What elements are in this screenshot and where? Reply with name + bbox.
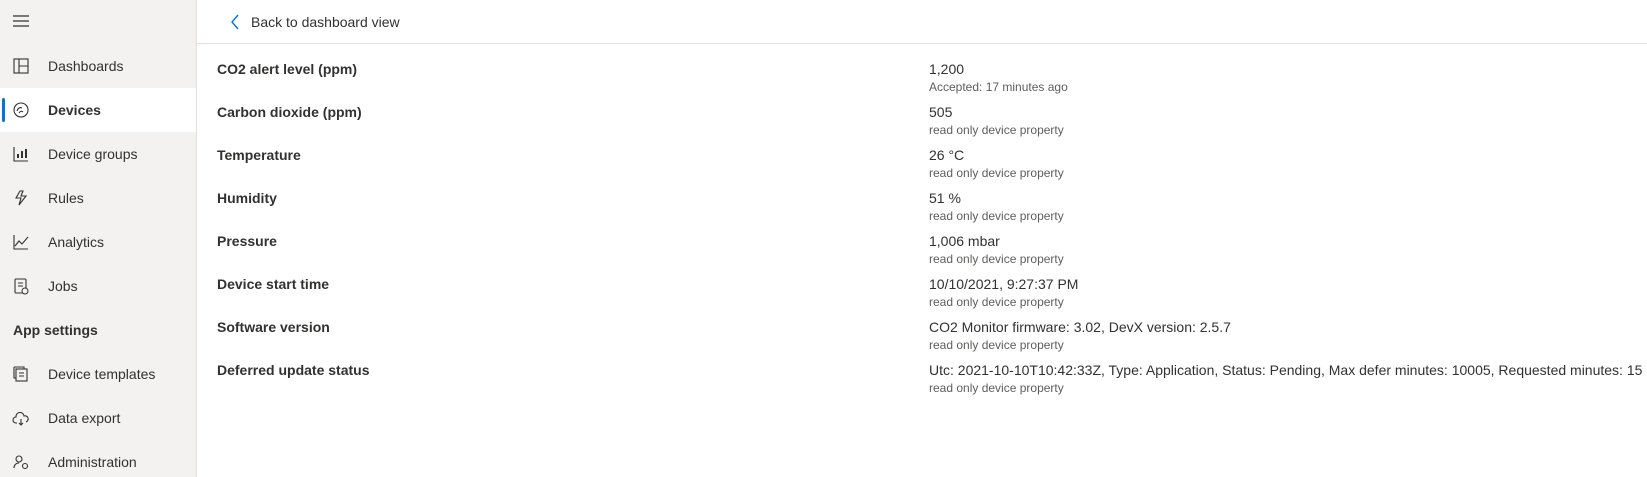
- sidebar-item-rules[interactable]: Rules: [0, 176, 196, 220]
- data-export-icon: [11, 408, 31, 428]
- property-status: read only device property: [929, 381, 1064, 395]
- device-groups-icon: [11, 144, 31, 164]
- dashboard-icon: [11, 56, 31, 76]
- sidebar-item-data-export[interactable]: Data export: [0, 396, 196, 440]
- app-shell: Dashboards Devices Device groups Rules A…: [0, 0, 1647, 477]
- property-row: Carbon dioxide (ppm) 505 read only devic…: [197, 104, 1647, 147]
- analytics-icon: [11, 232, 31, 252]
- property-name: Deferred update status: [217, 362, 370, 378]
- property-row: Software version CO2 Monitor firmware: 3…: [197, 319, 1647, 362]
- property-name: Device start time: [217, 276, 330, 292]
- sidebar-item-label: Rules: [48, 190, 84, 206]
- sidebar-item-jobs[interactable]: Jobs: [0, 264, 196, 308]
- hamburger-menu-icon[interactable]: [12, 13, 30, 29]
- chevron-left-icon: [229, 14, 241, 30]
- main-content: Back to dashboard view CO2 alert level (…: [197, 0, 1647, 477]
- sidebar-item-device-groups[interactable]: Device groups: [0, 132, 196, 176]
- sidebar-item-label: Jobs: [48, 278, 78, 294]
- property-value: 26 °C: [929, 147, 965, 163]
- property-status: read only device property: [929, 295, 1064, 309]
- sidebar-item-label: Device templates: [48, 366, 156, 382]
- property-row: Pressure 1,006 mbar read only device pro…: [197, 233, 1647, 276]
- property-value: 51 %: [929, 190, 961, 206]
- property-value: 505: [929, 104, 953, 120]
- property-row: CO2 alert level (ppm) 1,200 Accepted: 17…: [197, 61, 1647, 104]
- property-row: Device start time 10/10/2021, 9:27:37 PM…: [197, 276, 1647, 319]
- property-value: Utc: 2021-10-10T10:42:33Z, Type: Applica…: [929, 362, 1643, 378]
- property-row: Deferred update status Utc: 2021-10-10T1…: [197, 362, 1647, 405]
- administration-icon: [11, 452, 31, 472]
- jobs-icon: [11, 276, 31, 296]
- property-value: 1,200: [929, 61, 965, 77]
- property-status: Accepted: 17 minutes ago: [929, 80, 1068, 94]
- back-link-label: Back to dashboard view: [251, 13, 400, 30]
- sidebar-item-dashboards[interactable]: Dashboards: [0, 44, 196, 88]
- sidebar-item-analytics[interactable]: Analytics: [0, 220, 196, 264]
- device-templates-icon: [11, 364, 31, 384]
- property-name: Carbon dioxide (ppm): [217, 104, 362, 120]
- property-row: Humidity 51 % read only device property: [197, 190, 1647, 233]
- property-name: Software version: [217, 319, 330, 335]
- top-bar: Back to dashboard view: [197, 0, 1647, 44]
- property-status: read only device property: [929, 252, 1064, 266]
- sidebar-item-label: Devices: [48, 102, 101, 118]
- property-name: Humidity: [217, 190, 277, 206]
- sidebar-item-devices[interactable]: Devices: [0, 88, 196, 132]
- sidebar-item-label: Device groups: [48, 146, 138, 162]
- property-list: CO2 alert level (ppm) 1,200 Accepted: 17…: [197, 44, 1647, 405]
- devices-icon: [11, 100, 31, 120]
- property-row: Temperature 26 °C read only device prope…: [197, 147, 1647, 190]
- sidebar-item-device-templates[interactable]: Device templates: [0, 352, 196, 396]
- property-status: read only device property: [929, 209, 1064, 223]
- property-value: 10/10/2021, 9:27:37 PM: [929, 276, 1079, 292]
- property-status: read only device property: [929, 123, 1064, 137]
- sidebar-item-label: Analytics: [48, 234, 105, 250]
- section-heading-app-settings: App settings: [13, 322, 98, 338]
- sidebar-item-label: Dashboards: [48, 58, 124, 74]
- property-value: 1,006 mbar: [929, 233, 1000, 249]
- property-name: Temperature: [217, 147, 301, 163]
- back-to-dashboard-link[interactable]: Back to dashboard view: [229, 14, 400, 30]
- sidebar-item-administration[interactable]: Administration: [0, 440, 196, 477]
- sidebar-nav: Dashboards Devices Device groups Rules A…: [0, 44, 196, 477]
- property-name: Pressure: [217, 233, 277, 249]
- rules-icon: [11, 188, 31, 208]
- property-name: CO2 alert level (ppm): [217, 61, 358, 77]
- property-value: CO2 Monitor firmware: 3.02, DevX version…: [929, 319, 1231, 335]
- sidebar-item-label: Administration: [48, 454, 137, 470]
- property-status: read only device property: [929, 166, 1064, 180]
- sidebar-item-label: Data export: [48, 410, 121, 426]
- property-status: read only device property: [929, 338, 1064, 352]
- sidebar: Dashboards Devices Device groups Rules A…: [0, 0, 197, 477]
